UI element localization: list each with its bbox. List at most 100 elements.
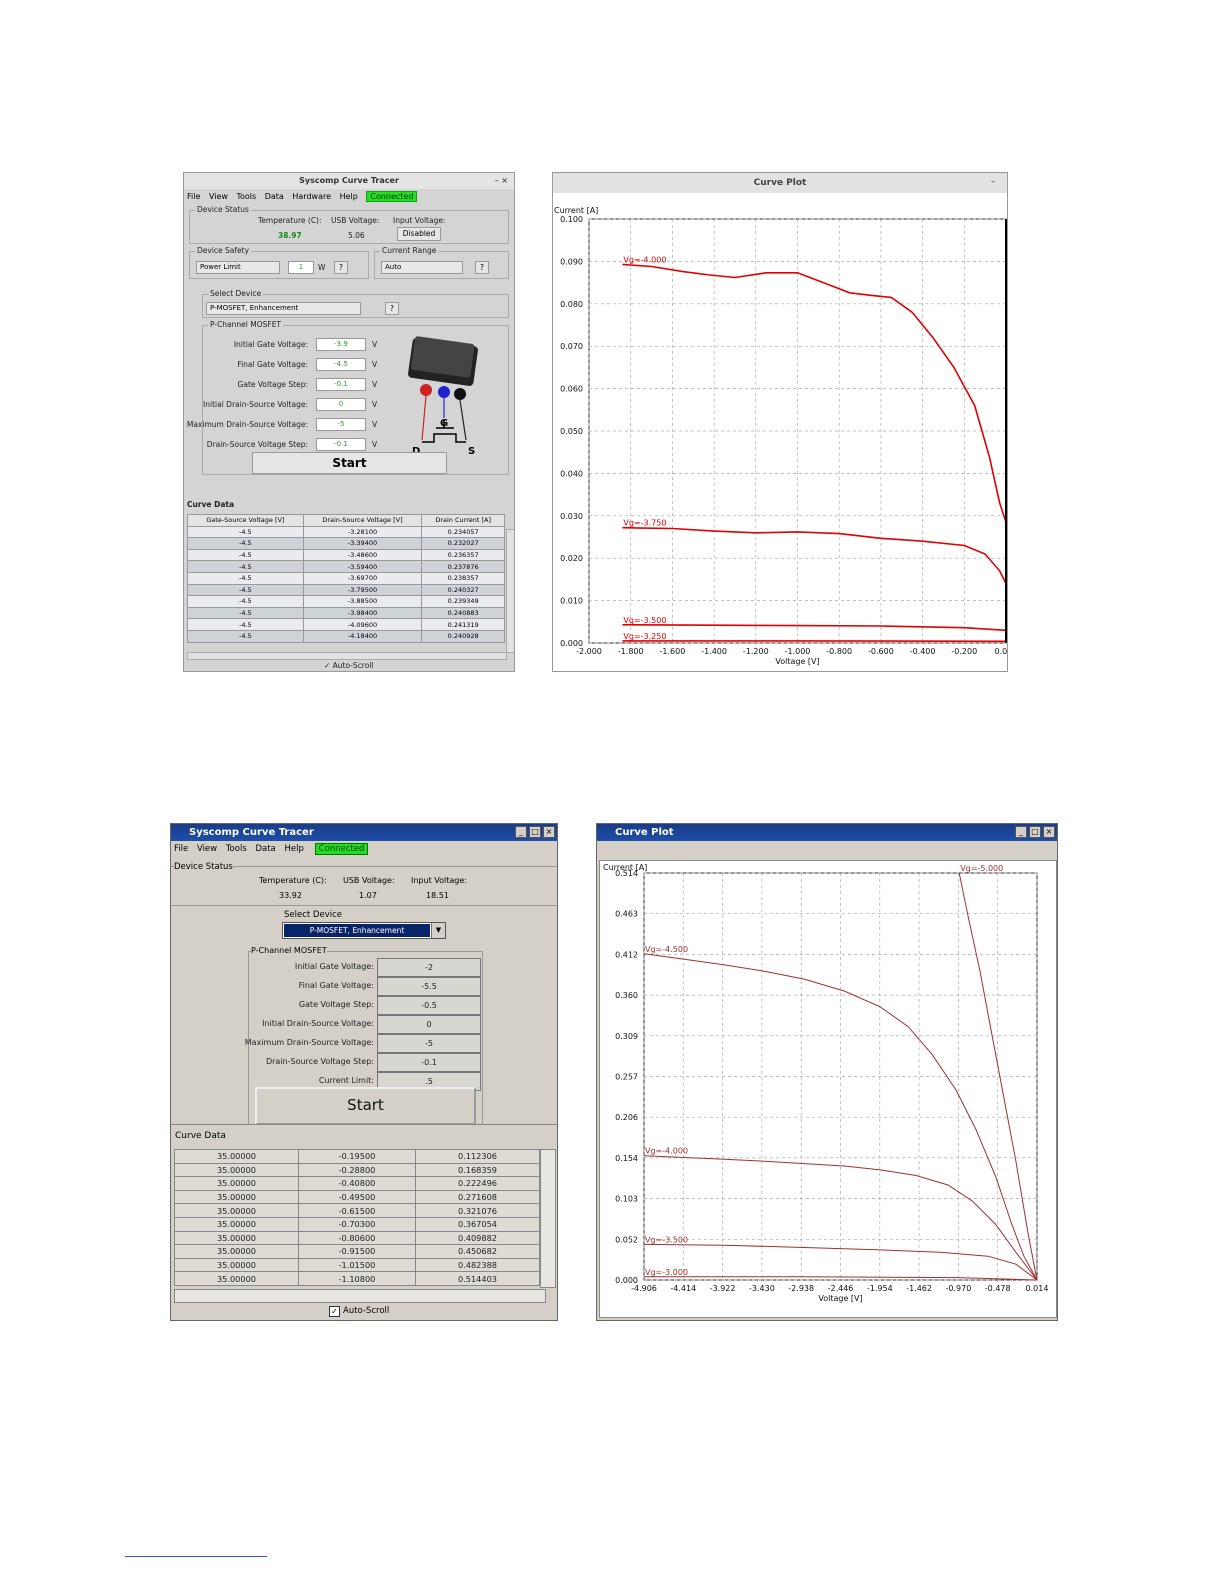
usb-voltage-value: 5.06 <box>348 231 365 240</box>
header-gate-source[interactable]: Gate-Source Voltage [V] <box>187 514 304 527</box>
x-tick-label: -4.414 <box>670 1284 696 1293</box>
table-row[interactable]: 35.00000 -1.01500 0.482388 <box>174 1257 541 1273</box>
menu-data[interactable]: Data <box>255 844 275 854</box>
param-field[interactable]: -5.5 <box>377 977 481 996</box>
table-row[interactable]: 35.00000 -0.80600 0.409882 <box>174 1230 541 1246</box>
table-row[interactable]: 35.00000 -0.28800 0.168359 <box>174 1162 541 1178</box>
table-row[interactable]: 35.00000 -0.61500 0.321076 <box>174 1203 541 1218</box>
param-field[interactable]: 0 <box>316 398 366 411</box>
menu-file[interactable]: File <box>187 192 200 201</box>
y-tick-label: 0.100 <box>560 215 583 224</box>
table-cell: 0.321076 <box>414 1203 541 1218</box>
auto-scroll-label: Auto-Scroll <box>343 1306 390 1316</box>
header-drain-source[interactable]: Drain-Source Voltage [V] <box>302 514 423 527</box>
table-row[interactable]: -4.5 -3.69700 0.238357 <box>187 571 505 585</box>
start-button[interactable]: Start <box>252 452 447 474</box>
table-row[interactable]: 35.00000 -0.49500 0.271608 <box>174 1189 541 1205</box>
device-type-select[interactable]: P-MOSFET, Enhancement <box>206 302 361 315</box>
safety-help-button[interactable]: ? <box>334 261 348 274</box>
param-field[interactable]: -0.1 <box>377 1053 481 1072</box>
table-row[interactable]: 35.00000 -0.40800 0.222496 <box>174 1176 541 1191</box>
maximize-button[interactable]: □ <box>529 826 541 838</box>
table-row[interactable]: 35.00000 -0.70300 0.367054 <box>174 1216 541 1232</box>
current-range-select[interactable]: Auto <box>381 261 463 274</box>
vertical-scrollbar[interactable] <box>506 529 514 653</box>
minimize-button[interactable]: _ <box>515 826 527 838</box>
table-row[interactable]: 35.00000 -0.19500 0.112306 <box>174 1149 541 1164</box>
table-row[interactable]: -4.5 -4.18400 0.240928 <box>187 629 505 643</box>
param-label: Gate Voltage Step: <box>237 380 308 389</box>
close-button[interactable]: × <box>1043 826 1055 838</box>
y-tick-label: 0.206 <box>615 1113 638 1122</box>
menu-bar: File View Tools Data Help Connected <box>174 843 369 855</box>
menu-tools[interactable]: Tools <box>226 844 247 854</box>
table-row[interactable]: -4.5 -3.59400 0.237876 <box>187 560 505 573</box>
table-cell: 0.240928 <box>421 629 505 643</box>
param-field[interactable]: -0.1 <box>316 378 366 391</box>
table-cell: -4.18400 <box>302 629 423 643</box>
param-field[interactable]: -0.1 <box>316 438 366 451</box>
select-device-title: Select Device <box>284 910 342 920</box>
table-row[interactable]: -4.5 -3.48600 0.236357 <box>187 548 505 562</box>
auto-scroll-checkbox[interactable]: ✓ <box>329 1306 340 1317</box>
param-field[interactable]: -3.9 <box>316 338 366 351</box>
param-field[interactable]: -4.5 <box>316 358 366 371</box>
device-safety-group: Device Safety Power Limit 1 W ? <box>189 246 369 279</box>
table-cell: -3.79500 <box>302 583 423 597</box>
param-label: Current Limit: <box>318 1076 374 1085</box>
param-field[interactable]: -5 <box>377 1034 481 1053</box>
power-limit-field[interactable]: 1 <box>288 261 314 274</box>
menu-view[interactable]: View <box>209 192 228 201</box>
table-cell: 0.241319 <box>421 618 505 631</box>
param-field[interactable]: -0.5 <box>377 996 481 1015</box>
table-row[interactable]: -4.5 -4.09600 0.241319 <box>187 618 505 631</box>
menu-help[interactable]: Help <box>340 192 358 201</box>
menu-hardware[interactable]: Hardware <box>292 192 331 201</box>
start-button[interactable]: Start <box>255 1087 476 1125</box>
param-field[interactable]: 0 <box>377 1015 481 1034</box>
table-row[interactable]: -4.5 -3.28100 0.234057 <box>187 525 505 539</box>
input-voltage-disabled-button[interactable]: Disabled <box>397 227 441 241</box>
range-help-button[interactable]: ? <box>475 261 489 274</box>
menu-tools[interactable]: Tools <box>236 192 256 201</box>
menu-help[interactable]: Help <box>284 844 303 854</box>
param-field[interactable]: -5 <box>316 418 366 431</box>
menu-view[interactable]: View <box>197 844 217 854</box>
y-tick-label: 0.070 <box>560 342 583 351</box>
table-cell: 35.00000 <box>174 1189 299 1205</box>
menu-data[interactable]: Data <box>265 192 284 201</box>
param-field[interactable]: -2 <box>377 958 481 977</box>
horizontal-scrollbar[interactable] <box>187 652 507 660</box>
power-limit-select[interactable]: Power Limit <box>196 261 280 274</box>
table-row[interactable]: -4.5 -3.88500 0.239349 <box>187 595 505 608</box>
header-drain-current[interactable]: Drain Current [A] <box>421 514 505 527</box>
window-controls[interactable]: – × <box>495 176 508 185</box>
plot-window-controls[interactable]: – <box>991 177 995 186</box>
table-row[interactable]: -4.5 -3.39400 0.232027 <box>187 537 505 550</box>
close-button[interactable]: × <box>543 826 555 838</box>
param-label: Maximum Drain-Source Voltage: <box>244 1038 374 1047</box>
x-tick-label: -4.906 <box>631 1284 657 1293</box>
horizontal-scrollbar[interactable] <box>174 1289 546 1303</box>
device-help-button[interactable]: ? <box>385 302 399 315</box>
chevron-down-icon[interactable]: ▼ <box>431 923 445 938</box>
menu-file[interactable]: File <box>174 844 188 854</box>
minimize-button[interactable]: _ <box>1015 826 1027 838</box>
param-unit: V <box>372 420 378 429</box>
device-status-title: Device Status <box>195 205 251 214</box>
curve-plot-chart: -2.000 -1.800 -1.600 -1.400 -1.200 -1.000 -0.8… <box>554 206 1007 666</box>
table-row[interactable]: -4.5 -3.98400 0.240883 <box>187 606 505 620</box>
temperature-value: 38.97 <box>278 231 302 240</box>
maximize-button[interactable]: □ <box>1029 826 1041 838</box>
device-type-select[interactable]: P-MOSFET, Enhancement ▼ <box>282 922 446 939</box>
table-row[interactable]: 35.00000 -1.10800 0.514403 <box>174 1271 541 1286</box>
table-row[interactable]: -4.5 -3.79500 0.240327 <box>187 583 505 597</box>
param-label: Initial Gate Voltage: <box>233 340 308 349</box>
source-label: S <box>468 446 475 456</box>
auto-scroll-checkbox[interactable]: ✓ Auto-Scroll <box>324 661 374 670</box>
vertical-scrollbar[interactable] <box>540 1149 556 1288</box>
y-tick-label: 0.103 <box>615 1195 638 1204</box>
table-row[interactable]: 35.00000 -0.91500 0.450682 <box>174 1244 541 1259</box>
y-tick-label: 0.020 <box>560 554 583 563</box>
table-cell: -4.5 <box>187 537 304 550</box>
